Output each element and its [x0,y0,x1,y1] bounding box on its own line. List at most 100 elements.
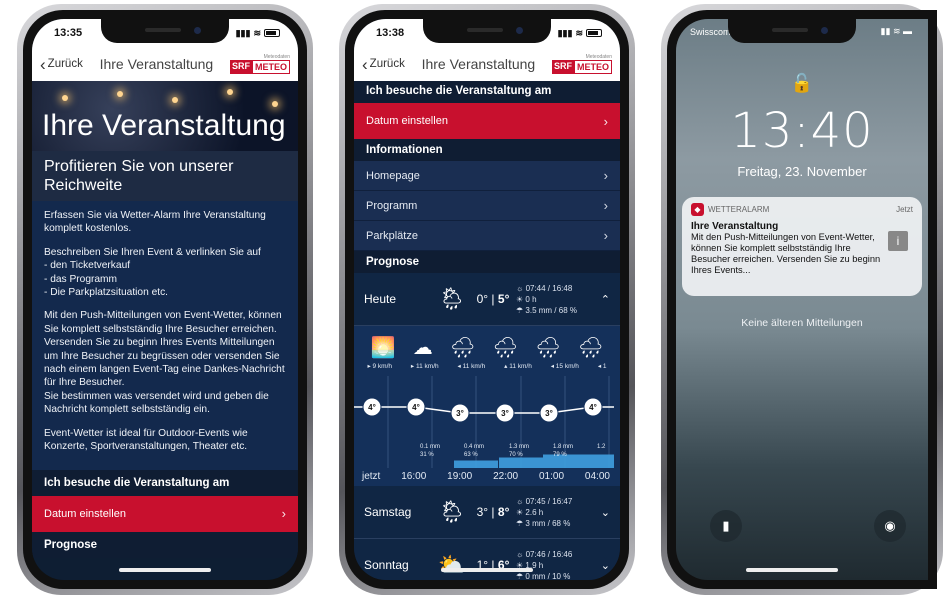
info-item-homepage[interactable]: Homepage › [354,161,620,191]
precip-label: 1.8 mm [553,444,573,450]
temp-max: 5° [497,292,510,306]
chevron-down-icon[interactable]: ⌄ [596,506,610,519]
back-label: Zurück [369,58,405,70]
info-item-parkplaetze[interactable]: Parkplätze › [354,221,620,251]
status-time: 13:35 [54,27,83,39]
chevron-left-icon: ‹ [362,54,368,74]
subtitle: Profitieren Sie von unserer Reichweite [32,151,298,201]
time-axis: jetzt 16:00 19:00 22:00 01:00 04:00 [354,471,620,482]
chevron-down-icon[interactable]: ⌄ [596,559,610,572]
chevron-right-icon: › [281,506,286,521]
paragraph-list: Beschreiben Sie Ihren Event & verlinken … [44,246,286,300]
status-icons: ▮▮▮ ≋ [558,28,602,39]
hourly-forecast[interactable]: 🌅 ☁ 🌧 🌧 🌧 🌧 ▸ 9 km/h ▸ 11 km/h ◂ 11 km/h… [354,326,620,486]
day-details: ☼ 07:44 / 16:48 ☀ 0 h ☂ 3.5 mm / 68 % [516,283,577,315]
day-temps: 3° | 8° [476,505,510,519]
list-line: - den Ticketverkauf [44,260,131,272]
content-scroll[interactable]: Ich besuche die Veranstaltung am Datum e… [354,81,620,580]
wifi-icon: ≋ [253,27,261,38]
home-indicator[interactable] [745,568,838,572]
screen-1: 13:35 ▮▮▮ ≋ ‹ Zurück Ihre Veranstaltung Me… [32,19,298,580]
temperature-label: 4° [589,403,597,412]
section-visit-header: Ich besuche die Veranstaltung am [354,81,620,103]
chevron-right-icon: › [603,198,608,213]
time-label: 04:00 [584,471,610,482]
time-label: 19:00 [447,471,473,482]
carrier: Swisscom [690,27,731,37]
app-name: WETTERALARM [708,205,770,214]
content-scroll[interactable]: Ihre Veranstaltung Profitieren Sie von u… [32,81,298,580]
light-bulb [62,95,68,101]
info-item-label: Programm [366,199,418,212]
forecast-day-samstag[interactable]: Samstag 🌦 3° | 8° ☼ 07:45 / 16:47 ☀ 2.6 h… [354,486,620,539]
section-prognose-header: Prognose [32,531,298,558]
cloud-rain-icon: 🌧 [577,336,604,359]
notch [727,19,856,43]
day-name: Sonntag [364,558,409,572]
notification-app: ◆ WETTERALARM [691,203,769,216]
hero-banner: Ihre Veranstaltung [32,81,298,151]
camera-button[interactable]: ◉ [874,510,906,542]
no-older-notifications: Keine älteren Mitteilungen [741,317,863,329]
sunrise-sunset: 07:46 / 16:46 [525,549,573,559]
sun-fog-icon: 🌅 [370,336,396,359]
screen-2: 13:38 ▮▮▮ ≋ ‹ Zurück Ihre Veranstaltung Me… [354,19,620,580]
flashlight-button[interactable]: ▮ [710,510,742,542]
section-info-header: Informationen [354,139,620,161]
date-button-label: Datum einstellen [44,507,126,520]
section-prognose-header: Prognose [354,251,620,273]
precip-label: 70 % [509,452,523,458]
wifi-icon: ≋ [575,27,583,38]
lock-time: 13:40 [730,103,874,159]
precip-label: 63 % [464,452,478,458]
sun-cloud-icon: ⛅ [438,552,466,577]
light-bulb [117,91,123,97]
logo-srf: SRF [551,60,574,74]
temp-max: 8° [497,505,510,519]
precip-bar [499,457,543,468]
info-item-programm[interactable]: Programm › [354,191,620,221]
time-label: 16:00 [401,471,427,482]
date-button[interactable]: Datum einstellen › [354,103,620,139]
back-label: Zurück [47,58,83,70]
paragraph: Erfassen Sie via Wetter-Alarm Ihre Veran… [44,210,266,235]
logo-meteo: METEO [251,60,290,74]
date-button[interactable]: Datum einstellen › [32,495,298,532]
chevron-right-icon: › [603,228,608,243]
home-indicator[interactable] [119,568,211,572]
sun-cloud-rain-icon: 🌦 [438,499,466,524]
cloud-rain-icon: 🌧 [450,336,476,359]
chevron-right-icon: › [603,168,608,183]
sun-cloud-rain-icon: 🌦 [438,286,466,311]
precip-label: 0.4 mm [464,444,484,450]
home-indicator[interactable] [441,568,533,572]
nav-title: Ihre Veranstaltung [99,56,214,72]
description: Erfassen Sie via Wetter-Alarm Ihre Veran… [32,201,298,470]
forecast-day-sonntag[interactable]: Sonntag ⛅ 1° | 6° ☼ 07:46 / 16:46 ☀ 1.9 h… [354,539,620,580]
list-line: Beschreiben Sie Ihren Event & verlinken … [44,246,261,258]
light-bulb [172,97,178,103]
info-icon: i [888,231,908,251]
time-label: 22:00 [493,471,519,482]
push-notification[interactable]: ◆ WETTERALARM Jetzt Ihre Veranstaltung Mi… [682,197,922,296]
battery-icon [586,29,602,37]
sun-hours: 2.6 h [525,507,544,517]
signal-icon: ▮▮▮ [235,27,251,38]
cloud-rain-icon: 🌧 [535,336,561,359]
temperature-label: 3° [501,409,509,418]
list-line: - Die Parkplatzsituation etc. [44,287,169,299]
chevron-up-icon[interactable]: ⌃ [596,293,610,306]
notification-time: Jetzt [896,205,913,214]
forecast-day-heute[interactable]: Heute 🌦 0° | 5° ☼ 07:44 / 16:48 ☀ 0 h ☂ 3.… [354,273,620,326]
temperature-label: 3° [456,409,464,418]
temp-min: 0° [476,292,489,306]
nav-title: Ihre Veranstaltung [421,56,536,72]
list-line: - das Programm [44,273,118,285]
notification-title: Ihre Veranstaltung [691,221,779,232]
back-button[interactable]: ‹ Zurück [40,56,83,73]
paragraph: Event-Wetter ist ideal für Outdoor-Event… [44,427,248,453]
phone-2: 13:38 ▮▮▮ ≋ ‹ Zurück Ihre Veranstaltung Me… [339,4,635,595]
phone-3: Swisscom ▮▮ ≋ ▬ 🔓 13:40 Freitag, 23. Nov… [661,4,943,595]
paragraph-text: Mit den Push-Mitteilungen von Event-Wett… [44,310,285,389]
back-button[interactable]: ‹ Zurück [362,56,405,73]
